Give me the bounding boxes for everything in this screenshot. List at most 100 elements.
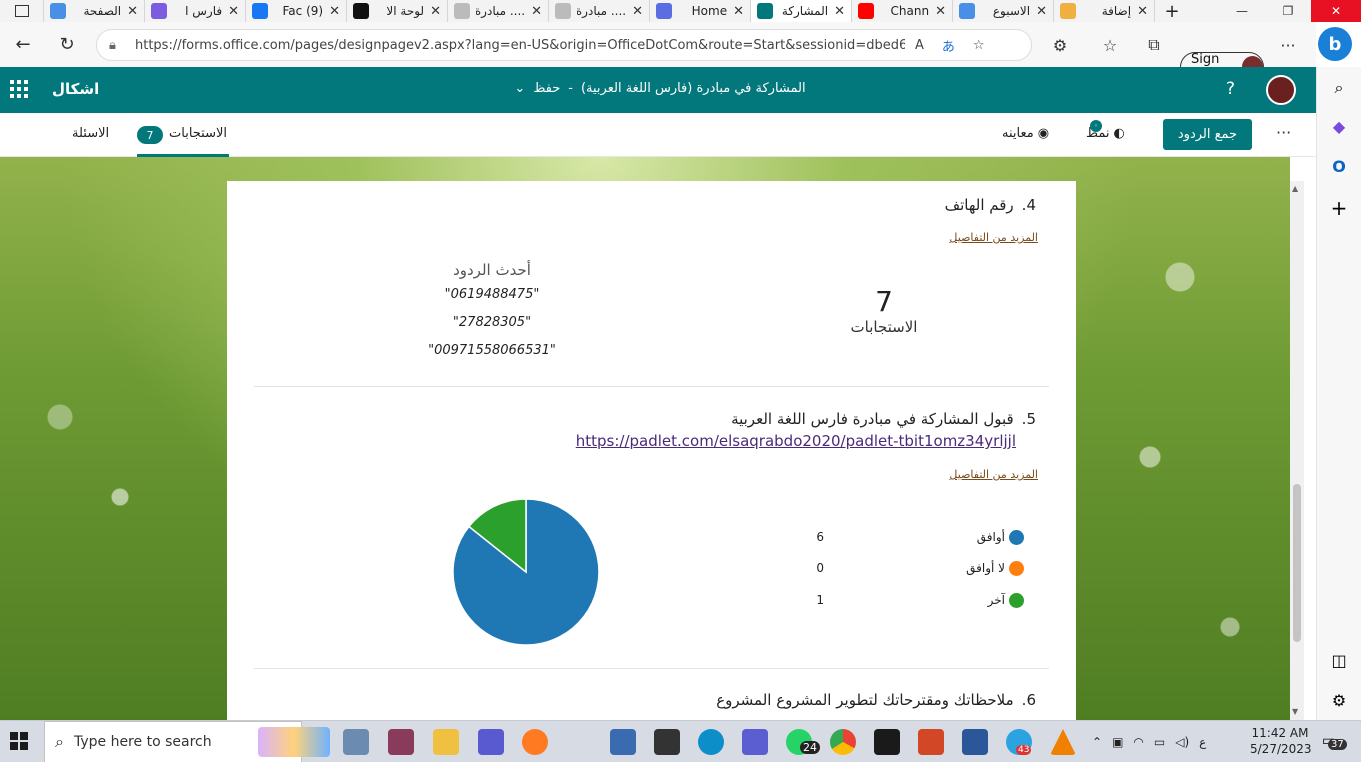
powerpoint-icon[interactable] bbox=[918, 729, 944, 755]
volume-icon[interactable]: ◁) bbox=[1175, 735, 1189, 749]
close-tab-icon[interactable]: ✕ bbox=[733, 4, 744, 19]
restore-button[interactable]: ❐ bbox=[1265, 0, 1311, 22]
search-highlight-icon[interactable] bbox=[258, 727, 330, 757]
sidebar-settings-icon[interactable]: ⚙ bbox=[1326, 687, 1352, 713]
close-tab-icon[interactable]: ✕ bbox=[834, 4, 845, 19]
latest-response: "0619488475" bbox=[444, 287, 540, 302]
url-field[interactable]: 🔒︎ https://forms.office.com/pages/design… bbox=[96, 29, 1032, 61]
theme-button[interactable]: ◦ نمط ◐ bbox=[1086, 120, 1125, 141]
browser-tab[interactable]: الاسبوع ✕ bbox=[953, 0, 1054, 22]
teams-icon[interactable] bbox=[742, 729, 768, 755]
read-aloud-icon[interactable]: A bbox=[915, 38, 924, 53]
close-tab-icon[interactable]: ✕ bbox=[430, 4, 441, 19]
browser-tab[interactable]: .... مبادرة ✕ bbox=[448, 0, 549, 22]
minimize-button[interactable]: — bbox=[1219, 0, 1265, 22]
scrollbar[interactable]: ▲ ▼ bbox=[1290, 181, 1304, 720]
tab-favicon-icon bbox=[656, 3, 672, 19]
close-tab-icon[interactable]: ✕ bbox=[531, 4, 542, 19]
chevron-down-icon[interactable]: ⌄ bbox=[514, 81, 525, 96]
padlet-link[interactable]: https://padlet.com/elsaqrabdo2020/padlet… bbox=[576, 432, 1016, 450]
bing-copilot-icon[interactable]: b bbox=[1318, 27, 1352, 61]
lock-icon: 🔒︎ bbox=[109, 37, 116, 53]
video-editor-icon[interactable] bbox=[654, 729, 680, 755]
more-options-icon[interactable]: ··· bbox=[1276, 123, 1291, 142]
language-indicator[interactable]: ع bbox=[1199, 735, 1206, 749]
refresh-icon: ↻ bbox=[59, 34, 75, 55]
settings-more-icon[interactable]: ··· bbox=[1276, 29, 1300, 61]
close-tab-icon[interactable]: ✕ bbox=[329, 4, 340, 19]
outlook-icon[interactable]: O bbox=[1326, 153, 1352, 179]
latest-response: "00971558066531" bbox=[428, 343, 556, 358]
tab-questions[interactable]: الاسئلة bbox=[72, 126, 109, 141]
browser-tab[interactable]: Chann ✕ bbox=[852, 0, 953, 22]
collect-responses-button[interactable]: جمع الردود bbox=[1163, 119, 1252, 150]
scroll-up-icon[interactable]: ▲ bbox=[1292, 184, 1298, 193]
close-tab-icon[interactable]: ✕ bbox=[1036, 4, 1047, 19]
more-details-link[interactable]: المزيد من التفاصيل bbox=[949, 468, 1038, 481]
wifi-icon[interactable]: ◠ bbox=[1133, 735, 1143, 749]
browser-tab[interactable]: (9) Fac ✕ bbox=[246, 0, 347, 22]
more-details-link[interactable]: المزيد من التفاصيل bbox=[949, 231, 1038, 244]
app-icon-1[interactable] bbox=[343, 729, 369, 755]
close-window-button[interactable]: ✕ bbox=[1311, 0, 1361, 22]
preview-button[interactable]: معاينه ◉ bbox=[1002, 126, 1049, 141]
back-button[interactable]: ← bbox=[6, 28, 40, 62]
tab-actions-button[interactable] bbox=[0, 0, 44, 22]
word-icon[interactable] bbox=[962, 729, 988, 755]
extensions-icon[interactable]: ⚙ bbox=[1048, 29, 1072, 61]
translate-icon[interactable]: あ bbox=[942, 36, 955, 55]
app-icon-5[interactable] bbox=[874, 729, 900, 755]
close-tab-icon[interactable]: ✕ bbox=[1137, 4, 1148, 19]
browser-tab[interactable]: Home ✕ bbox=[650, 0, 751, 22]
app-icon-4[interactable] bbox=[610, 729, 636, 755]
tab-label: .... مبادرة bbox=[577, 4, 627, 18]
url-text: https://forms.office.com/pages/designpag… bbox=[135, 37, 905, 53]
vlc-icon[interactable] bbox=[1050, 729, 1076, 755]
file-explorer-icon[interactable] bbox=[433, 729, 459, 755]
tab-favicon-icon bbox=[353, 3, 369, 19]
scroll-down-icon[interactable]: ▼ bbox=[1292, 707, 1298, 716]
shopping-icon[interactable]: ◆ bbox=[1326, 113, 1352, 139]
firefox-icon[interactable] bbox=[522, 729, 548, 755]
clock[interactable]: 11:42 AM 5/27/2023 bbox=[1250, 725, 1312, 757]
browser-tab[interactable]: فارس ا ✕ bbox=[145, 0, 246, 22]
help-icon[interactable]: ? bbox=[1226, 79, 1235, 99]
close-tab-icon[interactable]: ✕ bbox=[228, 4, 239, 19]
chevron-up-icon[interactable]: ⌃ bbox=[1092, 735, 1102, 749]
tab-favicon-icon bbox=[454, 3, 470, 19]
browser-tab[interactable]: الصفحة ✕ bbox=[44, 0, 145, 22]
chrome-icon[interactable] bbox=[830, 729, 856, 755]
new-tab-button[interactable]: + bbox=[1155, 0, 1189, 22]
edge-icon[interactable] bbox=[698, 729, 724, 755]
collections-icon[interactable]: ⧉ bbox=[1142, 29, 1166, 61]
favorites-icon[interactable]: ☆ bbox=[1098, 29, 1122, 61]
refresh-button[interactable]: ↻ bbox=[50, 28, 84, 62]
browser-tab[interactable]: إضافة ✕ bbox=[1054, 0, 1155, 22]
plus-icon: + bbox=[1164, 0, 1180, 22]
browser-tab[interactable]: .... مبادرة ✕ bbox=[549, 0, 650, 22]
close-tab-icon[interactable]: ✕ bbox=[127, 4, 138, 19]
battery-icon[interactable]: ▭ bbox=[1154, 735, 1165, 749]
search-icon[interactable]: ⌕ bbox=[1326, 75, 1352, 101]
app-icon-2[interactable] bbox=[388, 729, 414, 755]
close-tab-icon[interactable]: ✕ bbox=[632, 4, 643, 19]
app-launcher-icon[interactable] bbox=[10, 80, 28, 98]
start-button[interactable] bbox=[10, 732, 28, 750]
forms-header: اشكال المشاركة في مبادرة (فارس اللغة الع… bbox=[0, 67, 1316, 113]
scrollbar-thumb[interactable] bbox=[1293, 484, 1301, 642]
add-sidebar-app-icon[interactable]: + bbox=[1326, 195, 1352, 221]
browser-tab[interactable]: المشاركة ✕ bbox=[751, 0, 852, 22]
app-name[interactable]: اشكال bbox=[52, 80, 99, 98]
browser-tab[interactable]: لوحة الا ✕ bbox=[347, 0, 448, 22]
close-tab-icon[interactable]: ✕ bbox=[935, 4, 946, 19]
notifications-icon[interactable]: ▭37 bbox=[1322, 733, 1347, 751]
sidebar-layout-icon[interactable]: ◫ bbox=[1326, 647, 1352, 673]
add-favorite-icon[interactable]: ☆ bbox=[973, 38, 985, 53]
tab-responses[interactable]: 7 الاستجابات bbox=[137, 121, 229, 157]
user-avatar[interactable] bbox=[1266, 75, 1296, 105]
legend-label: آخر bbox=[987, 593, 1005, 607]
meet-now-icon[interactable]: ▣ bbox=[1112, 735, 1123, 749]
app-icon-3[interactable] bbox=[478, 729, 504, 755]
question-6-title: 6. ملاحظاتك ومقترحاتك لتطوير المشروع المش… bbox=[716, 691, 1036, 709]
preview-label: معاينه bbox=[1002, 126, 1034, 141]
